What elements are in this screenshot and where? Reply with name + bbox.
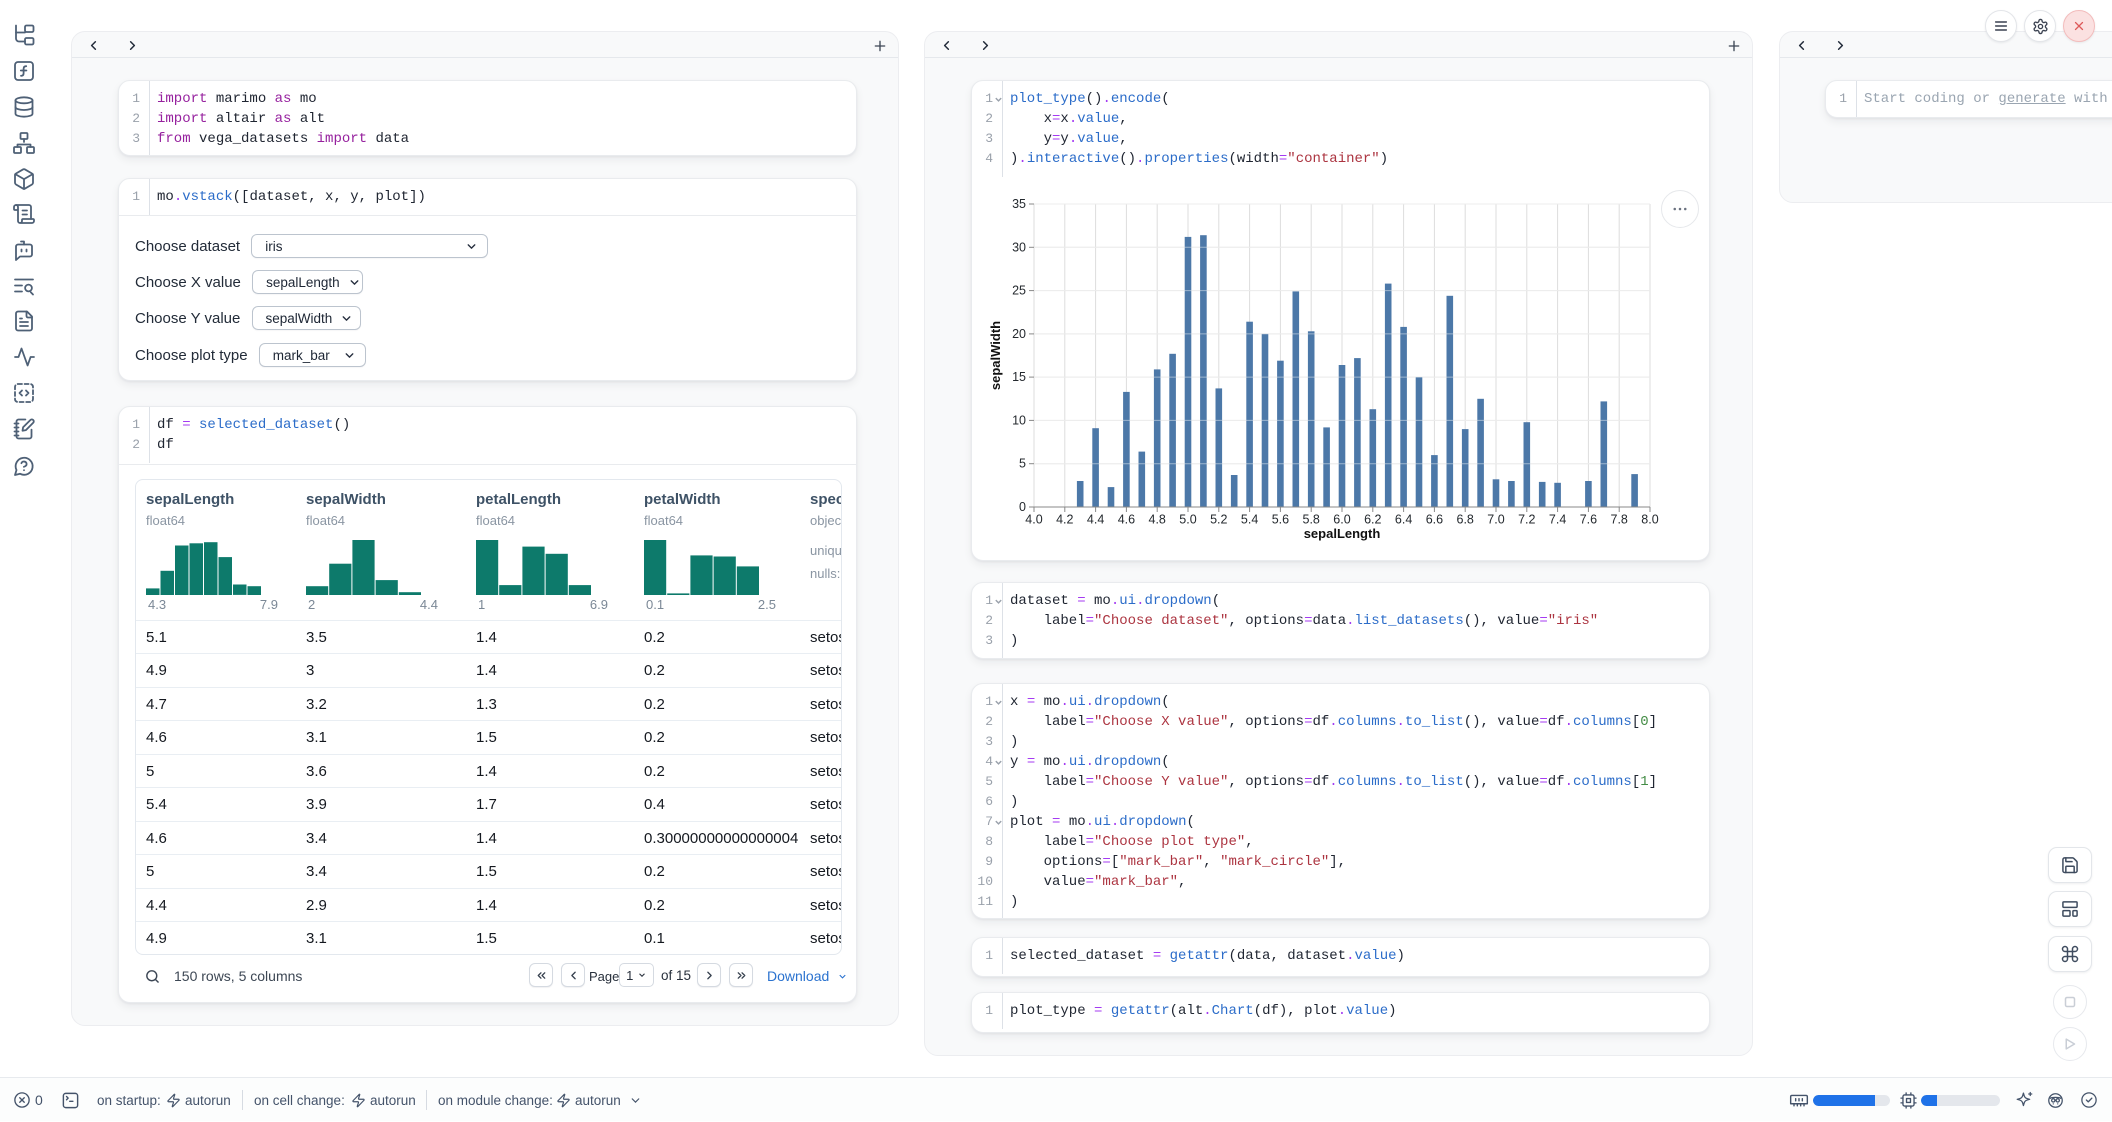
svg-text:sepalWidth: sepalWidth	[988, 321, 1003, 390]
svg-text:7.8: 7.8	[1611, 513, 1628, 527]
svg-text:5.2: 5.2	[1210, 513, 1227, 527]
svg-text:5: 5	[1019, 457, 1026, 471]
svg-text:30: 30	[1012, 240, 1026, 254]
svg-text:4.2: 4.2	[1056, 513, 1073, 527]
svg-text:6.8: 6.8	[1457, 513, 1474, 527]
svg-text:20: 20	[1012, 327, 1026, 341]
svg-text:7.2: 7.2	[1518, 513, 1535, 527]
svg-text:7.0: 7.0	[1487, 513, 1504, 527]
svg-text:6.4: 6.4	[1395, 513, 1412, 527]
svg-text:35: 35	[1012, 197, 1026, 211]
svg-text:8.0: 8.0	[1641, 513, 1658, 527]
svg-text:7.6: 7.6	[1580, 513, 1597, 527]
svg-text:15: 15	[1012, 370, 1026, 384]
svg-text:25: 25	[1012, 284, 1026, 298]
svg-text:4.4: 4.4	[1087, 513, 1104, 527]
svg-text:5.0: 5.0	[1179, 513, 1196, 527]
svg-text:sepalLength: sepalLength	[1304, 526, 1381, 541]
svg-text:6.0: 6.0	[1333, 513, 1350, 527]
svg-text:4.6: 4.6	[1118, 513, 1135, 527]
svg-text:7.4: 7.4	[1549, 513, 1566, 527]
svg-text:5.6: 5.6	[1272, 513, 1289, 527]
svg-text:4.0: 4.0	[1025, 513, 1042, 527]
svg-text:5.4: 5.4	[1241, 513, 1258, 527]
svg-text:6.6: 6.6	[1426, 513, 1443, 527]
svg-text:4.8: 4.8	[1149, 513, 1166, 527]
svg-text:10: 10	[1012, 413, 1026, 427]
svg-text:6.2: 6.2	[1364, 513, 1381, 527]
svg-text:5.8: 5.8	[1303, 513, 1320, 527]
